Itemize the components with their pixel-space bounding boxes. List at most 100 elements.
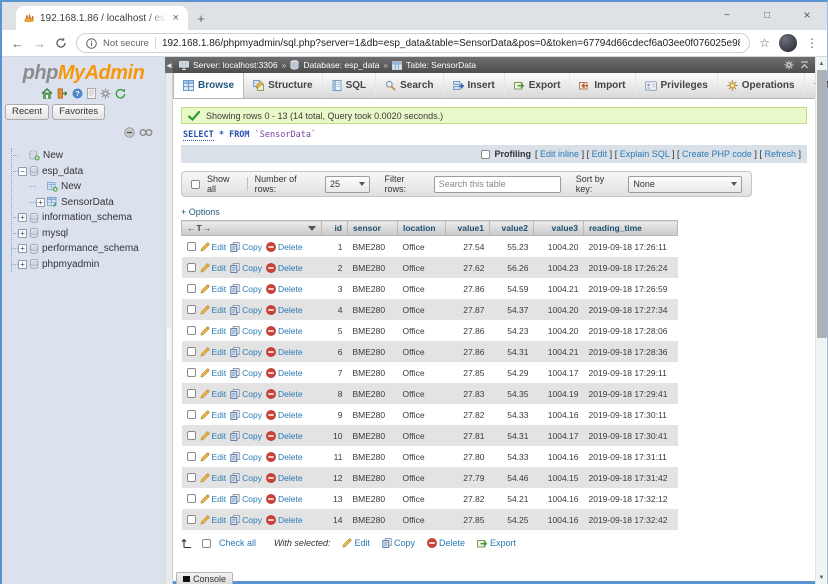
collapse-nav-icon[interactable]: ◄ — [165, 57, 173, 73]
browser-menu-icon[interactable]: ⋮ — [806, 36, 818, 50]
tab-insert[interactable]: Insert — [444, 73, 505, 98]
breadcrumb-table[interactable]: Table: SensorData — [406, 60, 476, 70]
tree-item-new[interactable]: +New — [29, 179, 165, 195]
sort-by-key-select[interactable]: None — [628, 176, 742, 193]
filter-input[interactable] — [434, 176, 561, 193]
omnibox[interactable]: Not secure 192.168.1.86/phpmyadmin/sql.p… — [76, 33, 750, 53]
copy-link[interactable]: Copy — [230, 368, 262, 378]
copy-link[interactable]: Copy — [230, 305, 262, 315]
tab-privileges[interactable]: Privileges — [636, 73, 718, 98]
delete-link[interactable]: Delete — [266, 494, 303, 504]
expand-icon[interactable]: + — [18, 229, 27, 238]
logout-icon[interactable] — [57, 88, 68, 99]
chevron-down-icon[interactable] — [308, 226, 316, 231]
delete-link[interactable]: Delete — [266, 431, 303, 441]
copy-link[interactable]: Copy — [230, 347, 262, 357]
tree-item-mysql[interactable]: +mysql — [11, 226, 165, 242]
check-all-label[interactable]: Check all — [219, 538, 256, 548]
new-tab-button[interactable]: + — [188, 6, 214, 30]
profiling-link-explain-sql[interactable]: Explain SQL — [620, 149, 670, 159]
tab-close-icon[interactable]: × — [171, 12, 181, 24]
check-all-checkbox[interactable] — [202, 539, 211, 548]
copy-link[interactable]: Copy — [230, 326, 262, 336]
page-settings-gear-icon[interactable] — [784, 60, 794, 70]
edit-link[interactable]: Edit — [200, 305, 227, 315]
console-toggle[interactable]: Console — [176, 572, 233, 584]
edit-link[interactable]: Edit — [200, 494, 227, 504]
collapse-icon[interactable]: − — [18, 167, 27, 176]
profiling-checkbox[interactable] — [481, 150, 490, 159]
row-checkbox[interactable] — [187, 326, 196, 335]
scroll-up-icon[interactable]: ▲ — [816, 57, 827, 70]
expand-icon[interactable]: + — [36, 198, 45, 207]
breadcrumb-database[interactable]: Database: esp_data — [303, 60, 379, 70]
column-header-sensor[interactable]: sensor — [348, 221, 398, 236]
column-header-value3[interactable]: value3 — [534, 221, 584, 236]
back-icon[interactable]: ← — [11, 37, 24, 50]
edit-link[interactable]: Edit — [200, 326, 227, 336]
copy-link[interactable]: Copy — [230, 263, 262, 273]
edit-link[interactable]: Edit — [200, 284, 227, 294]
delete-link[interactable]: Delete — [266, 473, 303, 483]
copy-link[interactable]: Copy — [230, 242, 262, 252]
row-checkbox[interactable] — [187, 389, 196, 398]
tree-item-sensordata[interactable]: +SensorData — [29, 195, 165, 211]
tab-import[interactable]: Import — [570, 73, 635, 98]
with-selected-export-link[interactable]: Export — [477, 538, 516, 549]
row-checkbox[interactable] — [187, 242, 196, 251]
delete-link[interactable]: Delete — [266, 452, 303, 462]
column-header-id[interactable]: id — [322, 221, 348, 236]
edit-link[interactable]: Edit — [200, 368, 227, 378]
delete-link[interactable]: Delete — [266, 326, 303, 336]
edit-link[interactable]: Edit — [200, 410, 227, 420]
delete-link[interactable]: Delete — [266, 410, 303, 420]
copy-link[interactable]: Copy — [230, 473, 262, 483]
copy-link[interactable]: Copy — [230, 389, 262, 399]
tree-item-performance_schema[interactable]: +performance_schema — [11, 241, 165, 257]
url-text[interactable]: 192.168.1.86/phpmyadmin/sql.php?server=1… — [162, 38, 740, 49]
edit-link[interactable]: Edit — [200, 242, 227, 252]
tree-item-information_schema[interactable]: +information_schema — [11, 210, 165, 226]
edit-link[interactable]: Edit — [200, 473, 227, 483]
profile-avatar[interactable] — [779, 34, 797, 52]
phpmyadmin-logo[interactable]: phpMyAdmin — [2, 57, 165, 85]
copy-link[interactable]: Copy — [230, 494, 262, 504]
collapse-top-icon[interactable] — [800, 61, 809, 69]
row-checkbox[interactable] — [187, 263, 196, 272]
delete-link[interactable]: Delete — [266, 242, 303, 252]
row-checkbox[interactable] — [187, 368, 196, 377]
with-selected-copy-link[interactable]: Copy — [382, 538, 415, 548]
maximize-button[interactable]: □ — [747, 2, 787, 28]
tree-item-new[interactable]: +New — [11, 148, 165, 164]
tab-sql[interactable]: SQL — [323, 73, 377, 98]
delete-link[interactable]: Delete — [266, 284, 303, 294]
row-checkbox[interactable] — [187, 452, 196, 461]
refresh-icon[interactable] — [115, 88, 126, 99]
delete-link[interactable]: Delete — [266, 263, 303, 273]
favorites-button[interactable]: Favorites — [52, 104, 105, 120]
column-header-value2[interactable]: value2 — [490, 221, 534, 236]
profiling-link-edit[interactable]: Edit — [592, 149, 608, 159]
reload-icon[interactable] — [55, 37, 67, 49]
column-header-value1[interactable]: value1 — [446, 221, 490, 236]
tab-structure[interactable]: Structure — [244, 73, 322, 98]
copy-link[interactable]: Copy — [230, 284, 262, 294]
recent-button[interactable]: Recent — [5, 104, 49, 120]
info-icon[interactable] — [86, 38, 97, 49]
copy-link[interactable]: Copy — [230, 431, 262, 441]
docs-icon[interactable] — [87, 88, 96, 99]
edit-link[interactable]: Edit — [200, 431, 227, 441]
collapse-all-icon[interactable] — [124, 127, 135, 138]
show-all-checkbox[interactable] — [191, 180, 200, 189]
num-rows-select[interactable]: 25 — [325, 176, 370, 193]
row-checkbox[interactable] — [187, 494, 196, 503]
expand-icon[interactable]: + — [18, 213, 27, 222]
edit-link[interactable]: Edit — [200, 347, 227, 357]
with-selected-edit-link[interactable]: Edit — [342, 538, 370, 548]
delete-link[interactable]: Delete — [266, 389, 303, 399]
copy-link[interactable]: Copy — [230, 515, 262, 525]
profiling-link-create-php-code[interactable]: Create PHP code — [682, 149, 752, 159]
minimize-button[interactable]: − — [707, 2, 747, 28]
column-browse-controls[interactable]: ←T→ — [187, 223, 212, 233]
column-header-reading_time[interactable]: reading_time — [584, 221, 678, 236]
